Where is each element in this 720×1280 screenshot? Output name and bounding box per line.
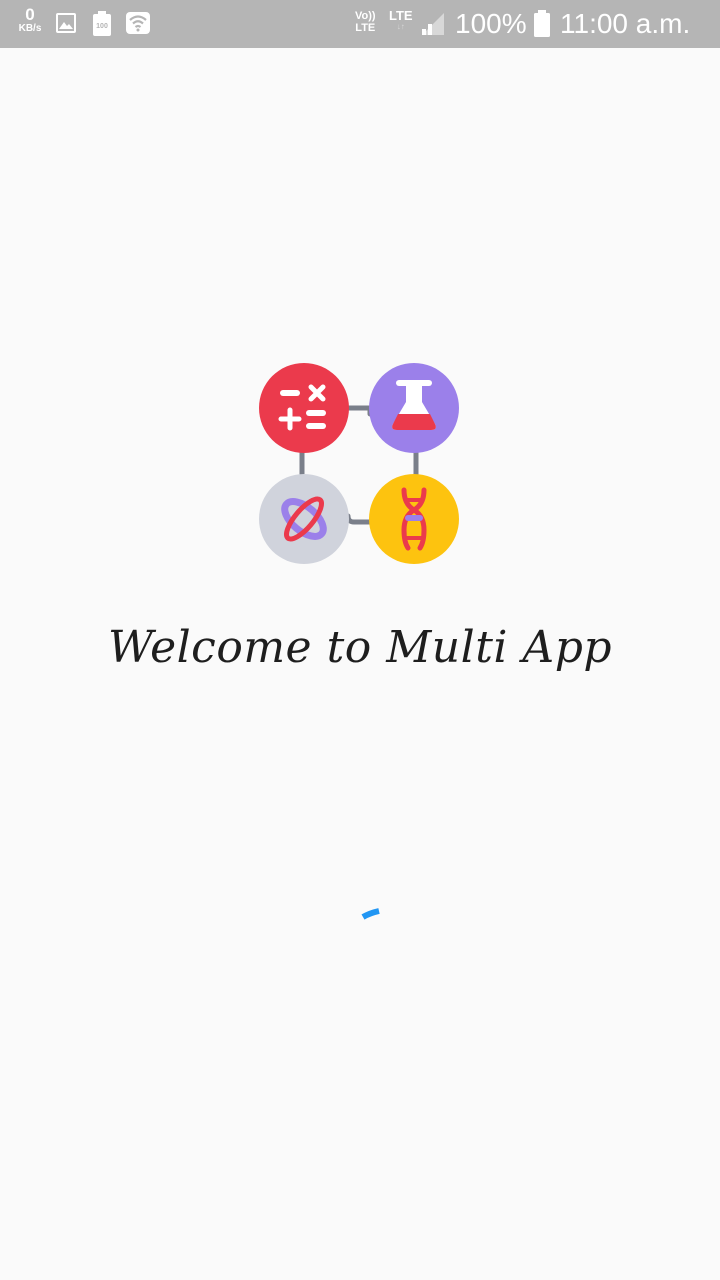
atom-icon bbox=[259, 474, 349, 564]
signal-icon bbox=[422, 13, 444, 35]
welcome-title: Welcome to Multi App bbox=[107, 622, 613, 673]
network-type: LTE bbox=[389, 8, 413, 23]
calculator-icon bbox=[259, 363, 349, 453]
speed-value: 0 bbox=[25, 5, 35, 24]
volte-indicator: Vo)) LTE bbox=[355, 10, 376, 34]
wifi-icon bbox=[126, 12, 150, 34]
speed-unit: KB/s bbox=[18, 23, 42, 34]
image-icon bbox=[56, 13, 76, 33]
dna-icon bbox=[369, 474, 459, 564]
app-logo bbox=[259, 363, 459, 564]
battery-saver-icon: 100 bbox=[93, 11, 111, 36]
battery-percent: 100% bbox=[455, 8, 527, 39]
data-arrows-icon: ↓↑ bbox=[396, 22, 405, 31]
battery-icon bbox=[534, 10, 550, 37]
flask-icon bbox=[369, 363, 459, 453]
svg-text:100: 100 bbox=[96, 23, 108, 30]
network-speed: 0 KB/s bbox=[14, 6, 46, 34]
volte-top: Vo)) bbox=[355, 10, 376, 22]
clock: 11:00 a.m. bbox=[560, 8, 691, 39]
status-bar: 0 KB/s 100 Vo)) LTE LTE ↓↑ 100% 11:00 a.… bbox=[0, 0, 720, 48]
loading-spinner bbox=[361, 908, 380, 920]
lte-indicator: LTE ↓↑ bbox=[389, 9, 413, 31]
volte-bottom: LTE bbox=[355, 22, 376, 34]
